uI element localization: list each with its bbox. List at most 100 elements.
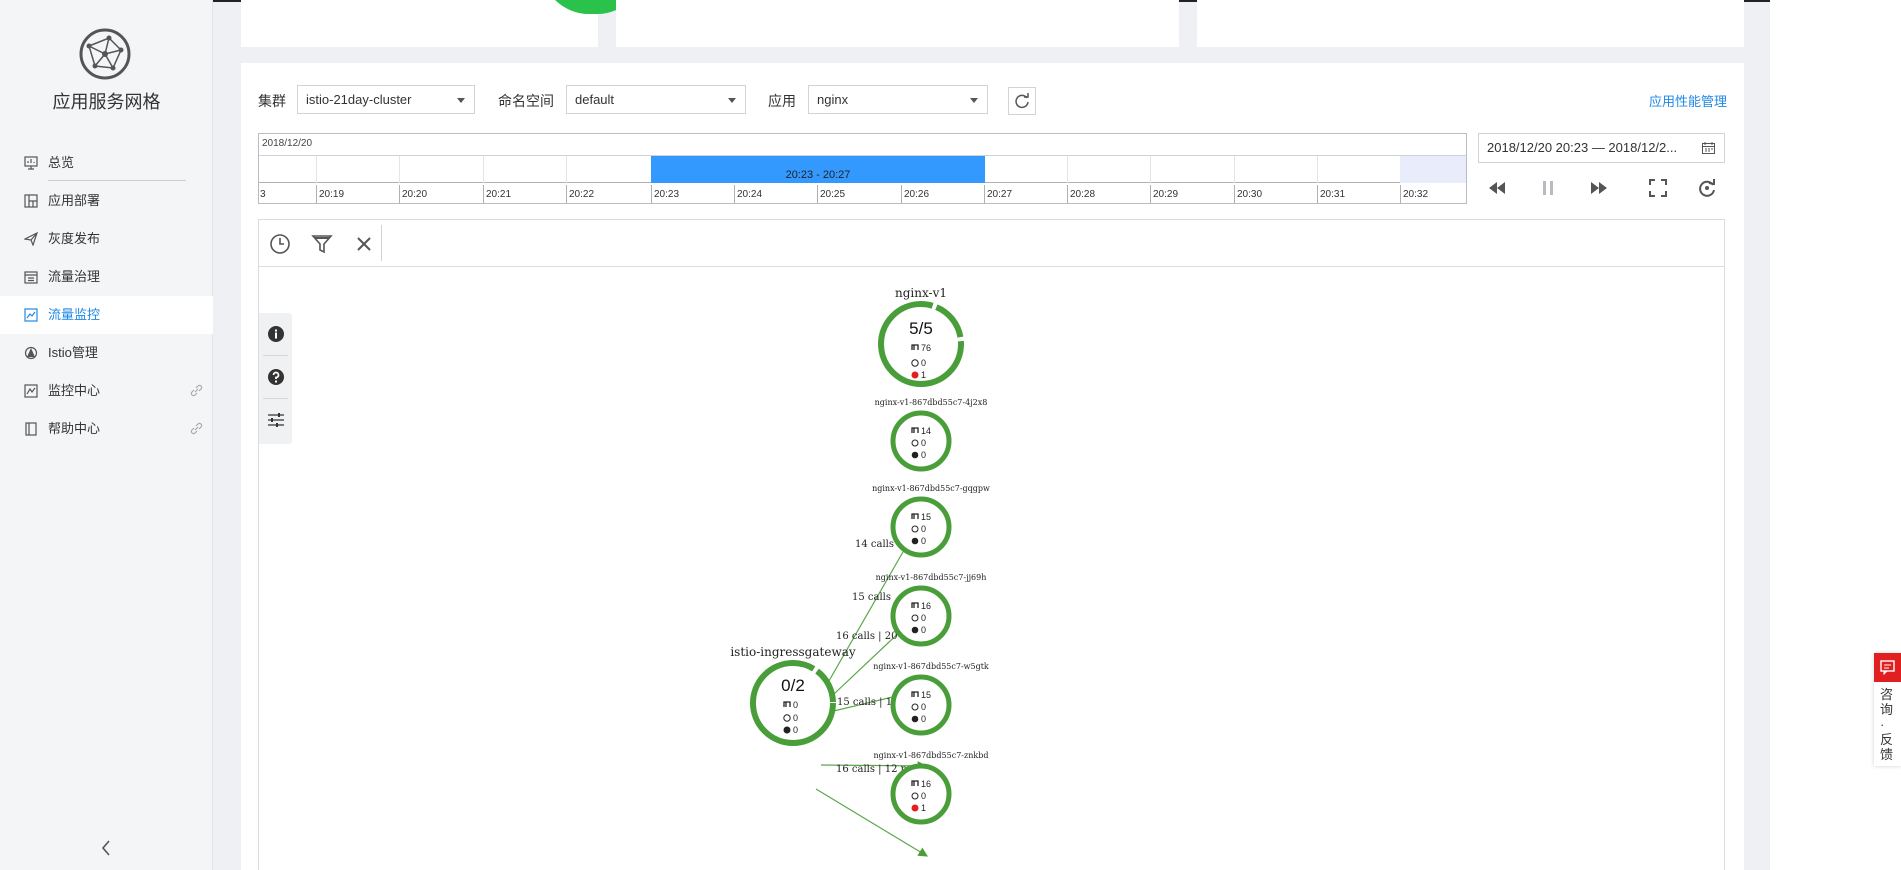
cluster-label: 集群 [258, 93, 286, 109]
external-link-icon [190, 384, 203, 397]
sidebar-item-label: 应用部署 [48, 193, 101, 208]
node-title: nginx-v1-867dbd55c7-gqgpw [872, 484, 990, 493]
sidebar-item-overview[interactable]: 总览 [0, 144, 213, 182]
summary-card [616, 0, 1179, 47]
timeline-tick: 20:24 [734, 185, 762, 203]
sidebar-item-label: 流量治理 [48, 269, 101, 284]
sidebar-item-help[interactable]: 帮助中心 [0, 410, 213, 448]
timeline-tick: 20:27 [984, 185, 1012, 203]
edge-label: 15 calls [852, 592, 891, 603]
node-title: nginx-v1-867dbd55c7-znkbd [874, 751, 989, 760]
timeline-tick: 20:28 [1067, 185, 1095, 203]
node-errors: 0 [921, 714, 926, 724]
node-errors: 0 [921, 625, 926, 635]
timeline-cell [1067, 156, 1068, 183]
apm-link[interactable]: 应用性能管理 [1649, 91, 1727, 110]
chat-icon [1880, 660, 1895, 676]
node-nginx-v1[interactable]: nginx-v1 5/5 76 0 1 [878, 286, 964, 387]
book-icon [25, 422, 37, 436]
toolbar-divider [381, 225, 382, 261]
chevron-down-icon [457, 98, 465, 103]
sidebar-item-canary[interactable]: 灰度发布 [0, 220, 213, 258]
timeline-track[interactable]: 20:23 - 20:27 [259, 155, 1466, 183]
sidebar-item-traffic-monitor[interactable]: 流量监控 [0, 296, 213, 334]
node-title: nginx-v1-867dbd55c7-jj69h [876, 573, 987, 582]
node-latency: 0 [921, 358, 926, 368]
timeline-cell [566, 156, 567, 183]
timeline-tick: 20:21 [483, 185, 511, 203]
timeline-tick: 20:30 [1234, 185, 1262, 203]
node-latency: 0 [921, 613, 926, 623]
line-chart-icon [24, 308, 38, 322]
sidebar-item-label: Istio管理 [48, 345, 98, 360]
sidebar-item-deploy[interactable]: 应用部署 [0, 182, 213, 220]
timeline-tick: 20:25 [817, 185, 845, 203]
filter-icon[interactable] [311, 233, 333, 255]
node-pod[interactable]: nginx-v1-867dbd55c7-4j2x8 14 0 0 [875, 398, 988, 472]
monitor-chart-icon [24, 384, 38, 398]
chat-icon-container [1874, 653, 1901, 682]
pause-icon[interactable] [1536, 177, 1560, 199]
sidebar-item-traffic-governance[interactable]: 流量治理 [0, 258, 213, 296]
timeline-cell [399, 156, 400, 183]
fast-forward-icon[interactable] [1587, 177, 1611, 199]
timeline-tick: 20:29 [1150, 185, 1178, 203]
node-title: nginx-v1 [895, 286, 947, 300]
timeline-tick: 3 [259, 185, 266, 203]
edge-label: 14 calls [855, 539, 894, 550]
feedback-label: 咨询·反馈 [1880, 687, 1894, 762]
node-latency: 0 [793, 713, 798, 723]
node-requests: 0 [793, 700, 798, 710]
node-errors: 0 [793, 725, 798, 735]
timeline-cell [316, 156, 317, 183]
auto-refresh-icon[interactable] [1695, 177, 1719, 199]
timeline-tick: 20:32 [1400, 185, 1428, 203]
timeline-cell [483, 156, 484, 183]
sidebar: 应用服务网格 总览 应用部署 灰度发布 流量治理 流量监控 Istio管理 监控 [0, 0, 213, 870]
sidebar-item-monitor-center[interactable]: 监控中心 [0, 372, 213, 410]
summary-card [241, 0, 645, 47]
collapse-sidebar-icon[interactable] [98, 838, 114, 858]
node-errors: 1 [921, 803, 926, 813]
table-icon [24, 271, 38, 284]
node-latency: 0 [921, 702, 926, 712]
app-select[interactable]: nginx [808, 85, 988, 114]
time-range-value: 2018/12/20 20:23 — 2018/12/2... [1487, 140, 1678, 155]
timeline-tick: 20:26 [901, 185, 929, 203]
node-istio-ingressgateway[interactable]: istio-ingressgateway 0/2 0 0 0 [730, 645, 856, 746]
fullscreen-icon[interactable] [1646, 177, 1670, 199]
sidebar-item-label: 灰度发布 [48, 231, 101, 246]
timeline-cell [1150, 156, 1151, 183]
timeline-future-zone [1400, 156, 1466, 183]
node-latency: 0 [921, 524, 926, 534]
node-requests: 14 [921, 426, 931, 436]
node-pod[interactable]: nginx-v1-867dbd55c7-znkbd 16 0 1 [874, 751, 989, 825]
timeline[interactable]: 2018/12/20 20:23 - 20:27 3 20:19 20:20 2… [258, 133, 1467, 204]
node-title: istio-ingressgateway [730, 645, 856, 659]
edge-label: 16 calls | 12 n [836, 764, 908, 775]
summary-card [1197, 0, 1744, 47]
timeline-tick: 20:20 [399, 185, 427, 203]
namespace-select[interactable]: default [566, 85, 746, 114]
timeline-tick: 20:31 [1317, 185, 1345, 203]
feedback-tab[interactable]: 咨询·反馈 [1874, 653, 1901, 766]
rewind-icon[interactable] [1485, 177, 1509, 199]
node-errors: 0 [921, 450, 926, 460]
close-icon[interactable] [353, 233, 375, 255]
node-requests: 16 [921, 601, 931, 611]
cluster-select[interactable]: istio-21day-cluster [297, 85, 475, 114]
paper-plane-icon [24, 232, 38, 246]
node-ratio: 0/2 [781, 676, 805, 695]
clock-icon[interactable] [269, 233, 291, 255]
node-errors: 1 [921, 370, 926, 380]
chevron-down-icon [970, 98, 978, 103]
refresh-button[interactable] [1008, 87, 1036, 115]
timeline-selection[interactable]: 20:23 - 20:27 [651, 156, 985, 183]
node-errors: 0 [921, 536, 926, 546]
cluster-value: istio-21day-cluster [306, 92, 412, 107]
sidebar-item-label: 监控中心 [48, 383, 101, 398]
sidebar-item-istio[interactable]: Istio管理 [0, 334, 213, 372]
node-requests: 16 [921, 779, 931, 789]
time-range-picker[interactable]: 2018/12/20 20:23 — 2018/12/2... [1478, 133, 1725, 163]
sidebar-divider [48, 180, 186, 181]
